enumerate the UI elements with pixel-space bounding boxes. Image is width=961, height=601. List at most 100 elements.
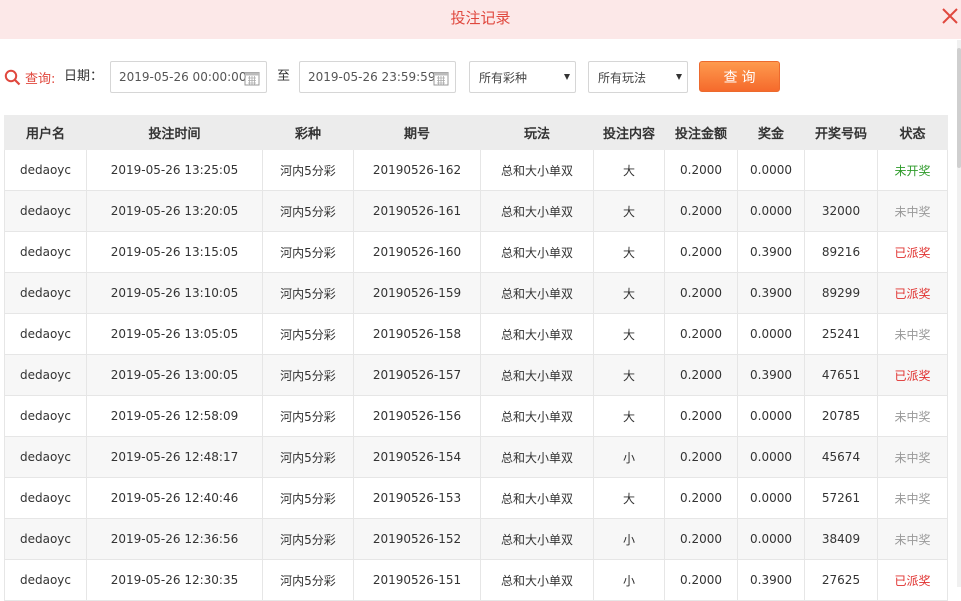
lottery-cell: 河内5分彩 <box>262 518 354 560</box>
status-cell: 未中奖 <box>877 190 948 232</box>
period-cell: 20190526-151 <box>353 559 481 601</box>
date-to-input[interactable]: 2019-05-26 23:59:59 <box>299 61 456 93</box>
draw-number-cell: 38409 <box>804 518 878 560</box>
bet-time-cell: 2019-05-26 12:58:09 <box>86 395 263 437</box>
play-cell: 总和大小单双 <box>480 354 594 396</box>
col-header-period[interactable]: 期号 <box>353 115 481 150</box>
bet-amount-cell: 0.2000 <box>664 149 738 191</box>
username-cell: dedaoyc <box>4 149 87 191</box>
bet-records-table: 用户名 投注时间 彩种 期号 玩法 投注内容 投注金额 奖金 开奖号码 状态 d… <box>4 115 948 601</box>
bet-time-cell: 2019-05-26 12:30:35 <box>86 559 263 601</box>
bet-amount-cell: 0.2000 <box>664 395 738 437</box>
bet-amount-cell: 0.2000 <box>664 436 738 478</box>
bet-amount-cell: 0.2000 <box>664 559 738 601</box>
username-cell: dedaoyc <box>4 518 87 560</box>
table-row[interactable]: dedaoyc 2019-05-26 12:36:56 河内5分彩 20190526-… <box>4 518 948 560</box>
period-cell: 20190526-158 <box>353 313 481 355</box>
play-cell: 总和大小单双 <box>480 190 594 232</box>
search-label-text: 查询: <box>25 71 56 87</box>
col-header-bet-content[interactable]: 投注内容 <box>593 115 665 150</box>
table-row[interactable]: dedaoyc 2019-05-26 12:30:35 河内5分彩 20190526-… <box>4 559 948 601</box>
col-header-draw-number[interactable]: 开奖号码 <box>804 115 878 150</box>
period-cell: 20190526-154 <box>353 436 481 478</box>
col-header-lottery[interactable]: 彩种 <box>262 115 354 150</box>
username-cell: dedaoyc <box>4 272 87 314</box>
bet-time-cell: 2019-05-26 13:05:05 <box>86 313 263 355</box>
close-icon[interactable] <box>940 6 960 26</box>
col-header-prize[interactable]: 奖金 <box>737 115 805 150</box>
status-cell: 未开奖 <box>877 149 948 191</box>
search-icon <box>4 69 21 85</box>
prize-cell: 0.3900 <box>737 354 805 396</box>
date-to-value: 2019-05-26 23:59:59 <box>308 70 436 84</box>
period-cell: 20190526-162 <box>353 149 481 191</box>
query-button[interactable]: 查询 <box>699 61 780 92</box>
username-cell: dedaoyc <box>4 231 87 273</box>
col-header-status[interactable]: 状态 <box>877 115 948 150</box>
status-cell: 未中奖 <box>877 436 948 478</box>
username-cell: dedaoyc <box>4 395 87 437</box>
period-cell: 20190526-157 <box>353 354 481 396</box>
dialog-title: 投注记录 <box>450 9 511 27</box>
lottery-cell: 河内5分彩 <box>262 313 354 355</box>
table-row[interactable]: dedaoyc 2019-05-26 13:20:05 河内5分彩 20190526-… <box>4 190 948 232</box>
username-cell: dedaoyc <box>4 354 87 396</box>
bet-time-cell: 2019-05-26 13:20:05 <box>86 190 263 232</box>
bet-time-cell: 2019-05-26 13:15:05 <box>86 231 263 273</box>
table-row[interactable]: dedaoyc 2019-05-26 12:58:09 河内5分彩 20190526-… <box>4 395 948 437</box>
scrollbar-thumb[interactable] <box>957 48 961 168</box>
date-from-input[interactable]: 2019-05-26 00:00:00 <box>110 61 267 93</box>
bet-content-cell: 大 <box>593 354 665 396</box>
bet-amount-cell: 0.2000 <box>664 190 738 232</box>
table-row[interactable]: dedaoyc 2019-05-26 13:15:05 河内5分彩 20190526-… <box>4 231 948 273</box>
dialog-header: 投注记录 <box>0 0 961 39</box>
calendar-icon[interactable] <box>433 70 449 86</box>
scrollbar[interactable] <box>957 40 961 587</box>
table-row[interactable]: dedaoyc 2019-05-26 12:40:46 河内5分彩 20190526-… <box>4 477 948 519</box>
bet-time-cell: 2019-05-26 12:36:56 <box>86 518 263 560</box>
bet-content-cell: 大 <box>593 149 665 191</box>
col-header-play[interactable]: 玩法 <box>480 115 594 150</box>
col-header-bet-amount[interactable]: 投注金额 <box>664 115 738 150</box>
play-select[interactable]: 所有玩法 <box>588 61 688 93</box>
status-cell: 未中奖 <box>877 395 948 437</box>
lottery-cell: 河内5分彩 <box>262 354 354 396</box>
lottery-cell: 河内5分彩 <box>262 395 354 437</box>
col-header-username[interactable]: 用户名 <box>4 115 87 150</box>
draw-number-cell <box>804 149 878 191</box>
lottery-cell: 河内5分彩 <box>262 231 354 273</box>
draw-number-cell: 20785 <box>804 395 878 437</box>
prize-cell: 0.0000 <box>737 518 805 560</box>
date-label: 日期： <box>64 69 104 84</box>
play-select-value: 所有玩法 <box>598 70 647 85</box>
lottery-select[interactable]: 所有彩种 <box>469 61 576 93</box>
table-row[interactable]: dedaoyc 2019-05-26 12:48:17 河内5分彩 20190526-… <box>4 436 948 478</box>
bet-content-cell: 大 <box>593 272 665 314</box>
bet-time-cell: 2019-05-26 12:48:17 <box>86 436 263 478</box>
play-cell: 总和大小单双 <box>480 149 594 191</box>
bet-time-cell: 2019-05-26 13:10:05 <box>86 272 263 314</box>
table-row[interactable]: dedaoyc 2019-05-26 13:25:05 河内5分彩 20190526-… <box>4 149 948 191</box>
table-row[interactable]: dedaoyc 2019-05-26 13:00:05 河内5分彩 20190526-… <box>4 354 948 396</box>
lottery-select-value: 所有彩种 <box>479 70 528 85</box>
bet-content-cell: 大 <box>593 477 665 519</box>
table-row[interactable]: dedaoyc 2019-05-26 13:10:05 河内5分彩 20190526-… <box>4 272 948 314</box>
table-row[interactable]: dedaoyc 2019-05-26 13:05:05 河内5分彩 20190526-… <box>4 313 948 355</box>
bet-content-cell: 小 <box>593 518 665 560</box>
col-header-bet-time[interactable]: 投注时间 <box>86 115 263 150</box>
play-cell: 总和大小单双 <box>480 477 594 519</box>
bet-content-cell: 大 <box>593 190 665 232</box>
bet-amount-cell: 0.2000 <box>664 477 738 519</box>
period-cell: 20190526-161 <box>353 190 481 232</box>
period-cell: 20190526-156 <box>353 395 481 437</box>
status-cell: 未中奖 <box>877 477 948 519</box>
bet-time-cell: 2019-05-26 13:00:05 <box>86 354 263 396</box>
bet-amount-cell: 0.2000 <box>664 231 738 273</box>
bet-content-cell: 大 <box>593 395 665 437</box>
draw-number-cell: 89299 <box>804 272 878 314</box>
calendar-icon[interactable] <box>244 70 260 86</box>
lottery-cell: 河内5分彩 <box>262 149 354 191</box>
draw-number-cell: 27625 <box>804 559 878 601</box>
username-cell: dedaoyc <box>4 436 87 478</box>
bet-amount-cell: 0.2000 <box>664 518 738 560</box>
